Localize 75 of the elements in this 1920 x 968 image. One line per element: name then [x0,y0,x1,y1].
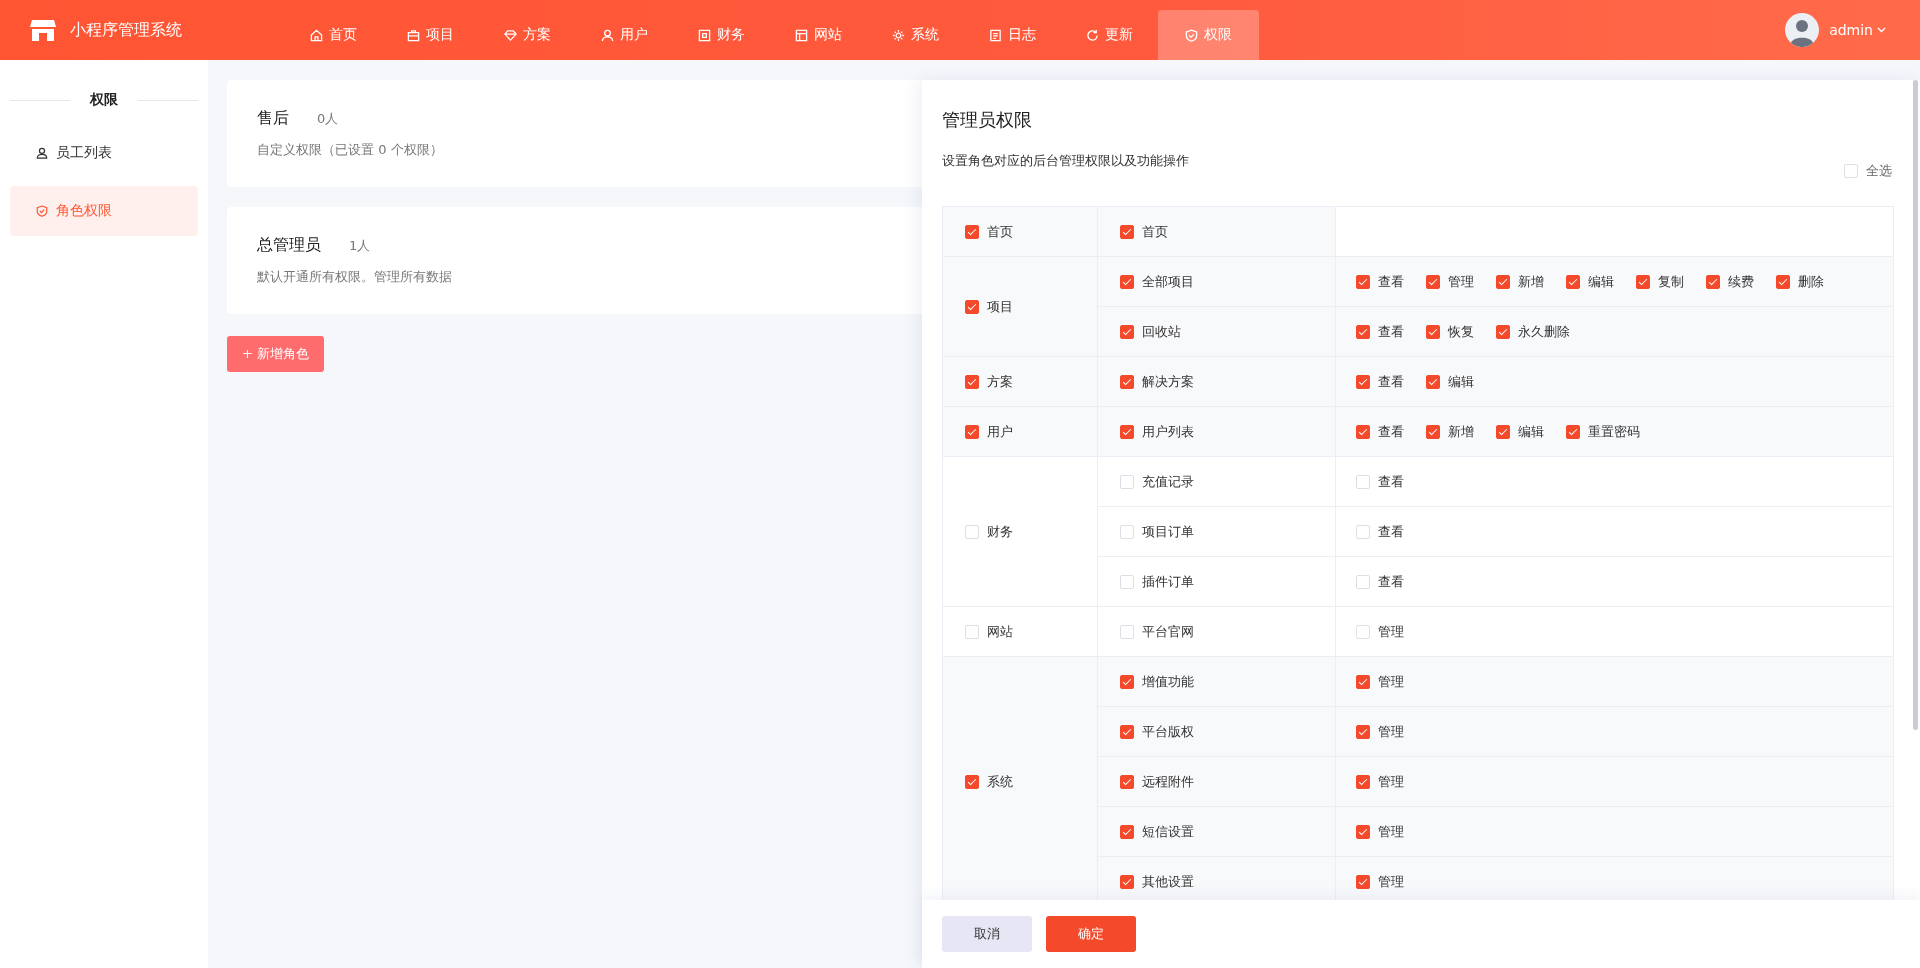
page-checkbox[interactable]: 项目订单 [1120,522,1194,541]
action-checkbox[interactable]: 查看 [1356,272,1404,291]
role-description: 自定义权限（已设置 0 个权限） [257,141,443,159]
page-checkbox[interactable]: 全部项目 [1120,272,1194,291]
action-checkbox[interactable]: 查看 [1356,522,1404,541]
diamond-icon [504,28,517,42]
page-checkbox[interactable]: 增值功能 [1120,672,1194,691]
action-checkbox[interactable]: 编辑 [1496,422,1544,441]
app-title: 小程序管理系统 [70,19,182,41]
page-checkbox[interactable]: 平台官网 [1120,622,1194,641]
shield-icon [1185,28,1198,42]
page-checkbox[interactable]: 短信设置 [1120,822,1194,841]
document-icon [989,28,1002,42]
action-checkbox[interactable]: 管理 [1356,672,1404,691]
caret-icon [1877,27,1886,33]
avatar[interactable] [1785,13,1820,47]
module-checkbox[interactable]: 系统 [965,772,1013,791]
page-checkbox[interactable]: 解决方案 [1120,372,1194,391]
action-checkbox[interactable]: 查看 [1356,572,1404,591]
action-checkbox[interactable]: 查看 [1356,472,1404,491]
action-checkbox[interactable]: 查看 [1356,422,1404,441]
action-checkbox[interactable]: 永久删除 [1496,322,1570,341]
page-checkbox[interactable]: 用户列表 [1120,422,1194,441]
action-checkbox[interactable]: 查看 [1356,372,1404,391]
page-checkbox[interactable]: 充值记录 [1120,472,1194,491]
page-checkbox[interactable]: 插件订单 [1120,572,1194,591]
page-checkbox[interactable]: 远程附件 [1120,772,1194,791]
module-checkbox[interactable]: 财务 [965,522,1013,541]
store-icon [30,18,56,42]
module-checkbox[interactable]: 首页 [965,222,1013,241]
action-checkbox[interactable]: 重置密码 [1566,422,1640,441]
refresh-icon [1086,28,1099,42]
action-checkbox[interactable]: 编辑 [1426,372,1474,391]
scrollbar-thumb[interactable] [1913,80,1918,730]
page-checkbox[interactable]: 其他设置 [1120,872,1194,891]
drawer-subtitle: 设置角色对应的后台管理权限以及功能操作 [942,152,1189,170]
action-checkbox[interactable]: 续费 [1706,272,1754,291]
action-checkbox[interactable]: 管理 [1356,822,1404,841]
member-count: 0人 [317,110,339,128]
sidebar-title: 权限 [90,91,118,109]
user-icon [36,147,48,159]
action-checkbox[interactable]: 管理 [1356,772,1404,791]
role-name: 售后 [257,108,289,129]
module-checkbox[interactable]: 项目 [965,297,1013,316]
action-checkbox[interactable]: 编辑 [1566,272,1614,291]
action-checkbox[interactable]: 复制 [1636,272,1684,291]
action-checkbox[interactable]: 恢复 [1426,322,1474,341]
role-name: 总管理员 [257,235,321,256]
action-checkbox[interactable]: 管理 [1356,872,1404,891]
action-checkbox[interactable]: 管理 [1426,272,1474,291]
briefcase-icon [407,28,420,42]
home-icon [310,28,323,42]
module-checkbox[interactable]: 网站 [965,622,1013,641]
layout-icon [795,28,808,42]
page-checkbox[interactable]: 首页 [1120,222,1168,241]
confirm-button[interactable]: 确定 [1046,916,1136,952]
select-all-checkbox[interactable]: 全选 [1844,162,1892,180]
shield-icon [36,205,48,217]
module-checkbox[interactable]: 用户 [965,422,1013,441]
cancel-button[interactable]: 取消 [942,916,1032,952]
action-checkbox[interactable]: 删除 [1776,272,1824,291]
role-description: 默认开通所有权限。管理所有数据 [257,268,452,286]
member-count: 1人 [349,237,371,255]
module-checkbox[interactable]: 方案 [965,372,1013,391]
action-checkbox[interactable]: 管理 [1356,722,1404,741]
gear-icon [892,28,905,42]
page-checkbox[interactable]: 平台版权 [1120,722,1194,741]
action-checkbox[interactable]: 查看 [1356,322,1404,341]
action-checkbox[interactable]: 新增 [1496,272,1544,291]
page-checkbox[interactable]: 回收站 [1120,322,1181,341]
drawer-title: 管理员权限 [942,108,1033,132]
action-checkbox[interactable]: 管理 [1356,622,1404,641]
sidebar-item[interactable]: 员工列表 [10,128,198,178]
action-checkbox[interactable]: 新增 [1426,422,1474,441]
user-icon [601,28,614,42]
